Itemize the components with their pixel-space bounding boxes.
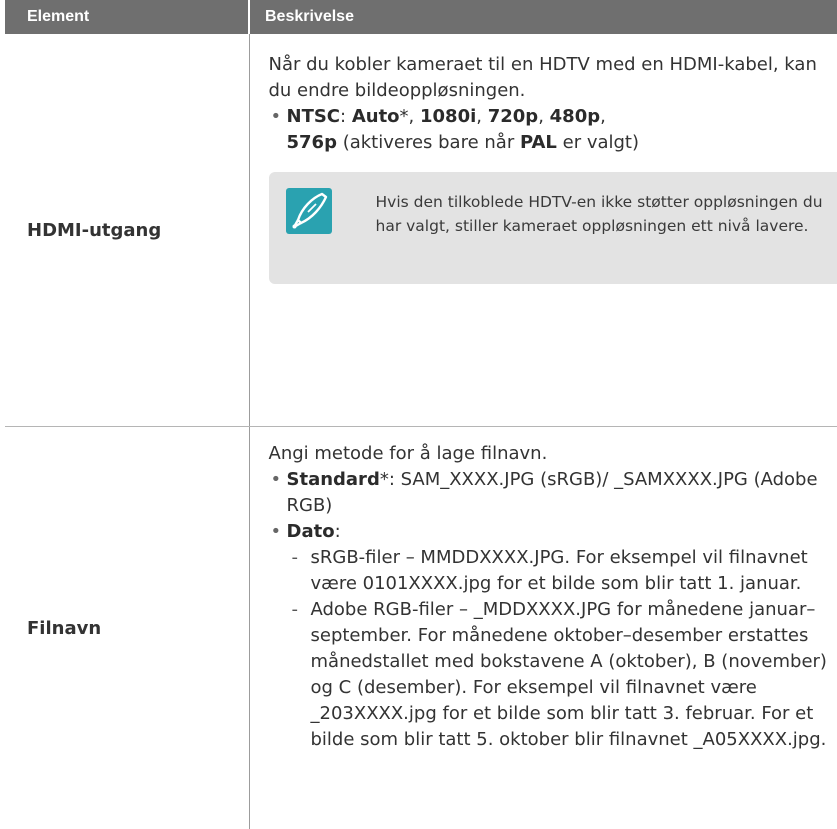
ntsc-label: NTSC xyxy=(287,106,341,127)
paren-text: er valgt) xyxy=(557,132,639,153)
separator: : xyxy=(335,521,341,542)
element-hdmi-output: HDMI-utgang xyxy=(5,34,249,427)
table-header-row: Element Beskrivelse xyxy=(5,0,837,34)
option-auto: Auto xyxy=(352,106,400,127)
table-row: HDMI-utgang Når du kobler kameraet til e… xyxy=(5,34,837,427)
hdmi-intro-text: Når du kobler kameraet til en HDTV med e… xyxy=(269,52,837,104)
separator: , xyxy=(538,106,549,127)
filename-intro-text: Angi metode for å lage filnavn. xyxy=(269,441,837,467)
element-filename: Filnavn xyxy=(5,427,249,829)
list-item: Dato: xyxy=(269,519,837,545)
option-720p: 720p xyxy=(488,106,538,127)
list-item: Standard*: SAM_XXXX.JPG (sRGB)/ _SAMXXXX… xyxy=(269,467,837,519)
separator: , xyxy=(600,106,606,127)
note-box: Hvis den tilkoblede HDTV-en ikke støtter… xyxy=(269,172,837,284)
table-row: Filnavn Angi metode for å lage filnavn. … xyxy=(5,427,837,829)
separator: , xyxy=(476,106,487,127)
description-hdmi-output: Når du kobler kameraet til en HDTV med e… xyxy=(249,34,837,427)
option-1080i: 1080i xyxy=(420,106,476,127)
pen-note-icon xyxy=(286,188,332,234)
note-text: Hvis den tilkoblede HDTV-en ikke støtter… xyxy=(376,190,828,238)
pal-label: PAL xyxy=(520,132,557,153)
standard-label: Standard xyxy=(287,469,380,490)
dato-label: Dato xyxy=(287,521,335,542)
settings-table: Element Beskrivelse HDMI-utgang Når du k… xyxy=(5,0,837,829)
separator: : xyxy=(340,106,352,127)
sub-list-item: Adobe RGB-filer – _MDDXXXX.JPG for måned… xyxy=(269,597,837,753)
option-576p: 576p xyxy=(287,132,337,153)
separator: *, xyxy=(400,106,420,127)
header-description: Beskrivelse xyxy=(249,0,837,34)
paren-text: (aktiveres bare når xyxy=(337,132,520,153)
header-element: Element xyxy=(5,0,249,34)
option-480p: 480p xyxy=(550,106,600,127)
list-item: NTSC: Auto*, 1080i, 720p, 480p, 576p (ak… xyxy=(269,104,837,156)
description-filename: Angi metode for å lage filnavn. Standard… xyxy=(249,427,837,829)
sub-list-item: sRGB-filer – MMDDXXXX.JPG. For eksempel … xyxy=(269,545,837,597)
